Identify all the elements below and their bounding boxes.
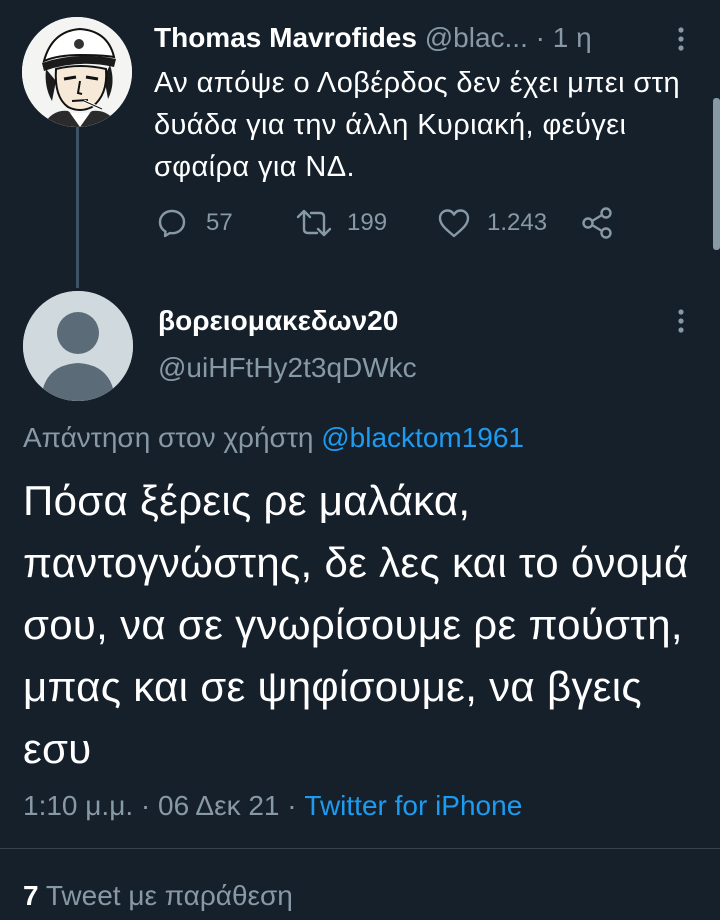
replying-to-line: Απάντηση στον χρήστη @blacktom1961 [23, 418, 524, 458]
parent-tweet-time[interactable]: 1 η [553, 22, 592, 53]
retweet-count: 199 [347, 209, 388, 236]
main-author-name[interactable]: βορειομακεδων20 [158, 301, 398, 341]
tweet-source-link[interactable]: Twitter for iPhone [304, 790, 522, 821]
retweet-icon [296, 209, 332, 237]
share-icon [582, 207, 612, 239]
like-count: 1.243 [487, 209, 548, 236]
replying-to-link[interactable]: @blacktom1961 [321, 422, 524, 453]
parent-author-handle[interactable]: @blac... [425, 22, 528, 53]
retweet-button[interactable]: 199 [295, 201, 387, 245]
more-vertical-icon[interactable] [671, 24, 691, 54]
meta-separator: · [287, 790, 297, 821]
avatar-illustration [22, 17, 132, 127]
reply-button[interactable]: 57 [156, 201, 233, 245]
divider [0, 848, 720, 849]
reply-icon [158, 209, 186, 238]
header-separator: · [535, 22, 545, 53]
parent-tweet-actions: 57 199 1.243 [156, 201, 626, 245]
replying-to-label: Απάντηση στον χρήστη [23, 422, 314, 453]
quote-tweet-count: 7 [23, 880, 39, 911]
thread-connector-line [76, 120, 79, 288]
parent-author-name[interactable]: Thomas Mavrofides [154, 22, 417, 53]
parent-tweet-header: Thomas Mavrofides @blac... · 1 η [154, 18, 694, 58]
avatar-parent-author[interactable] [22, 17, 132, 127]
like-button[interactable]: 1.243 [437, 201, 547, 245]
meta-separator: · [140, 790, 151, 821]
quote-tweets-link[interactable]: 7 Tweet με παράθεση [23, 876, 293, 916]
default-avatar-icon [23, 291, 133, 401]
main-tweet-text: Πόσα ξέρεις ρε μαλάκα, παντογνώστης, δε … [23, 477, 689, 772]
more-vertical-icon[interactable] [671, 306, 691, 336]
tweet-date: 06 Δεκ 21 [158, 790, 280, 821]
main-author-handle[interactable]: @uiHFtHy2t3qDWkc [158, 348, 417, 388]
tweet-metadata: 1:10 μ.μ. · 06 Δεκ 21 · Twitter for iPho… [23, 786, 522, 826]
parent-tweet-text: Αν απόψε ο Λοβέρδος δεν έχει μπει στη δυ… [154, 67, 681, 183]
tweet-time: 1:10 μ.μ. [23, 790, 134, 821]
like-icon [438, 209, 470, 238]
quote-tweet-label: Tweet με παράθεση [45, 880, 293, 911]
share-button[interactable] [580, 201, 614, 245]
avatar-default[interactable] [23, 291, 133, 401]
scrollbar[interactable] [713, 98, 720, 250]
reply-count: 57 [206, 209, 233, 236]
